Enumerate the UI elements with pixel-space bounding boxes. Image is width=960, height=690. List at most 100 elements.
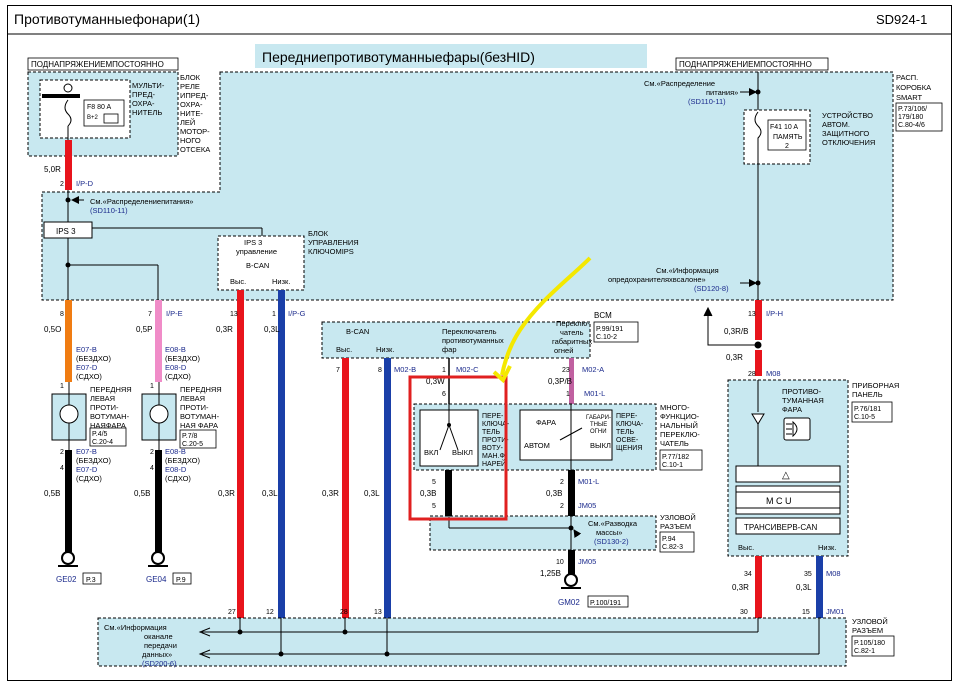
svg-text:ТУМАННАЯ: ТУМАННАЯ — [782, 396, 824, 405]
svg-text:B-CAN: B-CAN — [346, 327, 369, 336]
svg-text:1,25B: 1,25B — [540, 569, 561, 578]
svg-text:GE02: GE02 — [56, 575, 77, 584]
diagram-code: SD924-1 — [876, 12, 927, 27]
svg-text:РАЗЪЕМ: РАЗЪЕМ — [852, 626, 883, 635]
svg-text:E07-D: E07-D — [76, 363, 98, 372]
svg-text:I/P-D: I/P-D — [76, 179, 94, 188]
svg-text:0,5P: 0,5P — [136, 325, 152, 334]
junction1-name: УЗЛОВОЙ РАЗЪЕМ — [660, 513, 696, 531]
svg-text:13: 13 — [374, 609, 382, 616]
svg-text:1: 1 — [150, 383, 154, 390]
svg-text:0,5B: 0,5B — [44, 489, 60, 498]
svg-text:ЧАТЕЛЬ: ЧАТЕЛЬ — [660, 439, 689, 448]
svg-text:E08-B: E08-B — [165, 447, 186, 456]
svg-text:(SD120-8): (SD120-8) — [694, 284, 729, 293]
svg-text:ПРОТИВО-: ПРОТИВО- — [782, 387, 822, 396]
svg-text:ВЫКЛ: ВЫКЛ — [590, 441, 611, 450]
svg-text:(БЕЗДХО): (БЕЗДХО) — [76, 354, 111, 363]
svg-text:P.73/106/: P.73/106/ — [898, 106, 927, 113]
svg-text:P.9: P.9 — [176, 577, 186, 584]
right-lamp-conn-bot: E08-B (БЕЗДХО) E08-D (СДХО) — [165, 447, 200, 483]
svg-text:РАСП.: РАСП. — [896, 73, 918, 82]
smart-box-label: РАСП. КОРОБКА SMART — [896, 73, 931, 102]
svg-text:E07-B: E07-B — [76, 345, 97, 354]
svg-text:ПЕРЕДНЯЯ: ПЕРЕДНЯЯ — [90, 385, 132, 394]
svg-text:управление: управление — [236, 247, 277, 256]
svg-text:0,3B: 0,3B — [420, 489, 436, 498]
svg-text:См.«Информация: См.«Информация — [656, 266, 719, 275]
svg-text:0,3L: 0,3L — [796, 583, 812, 592]
svg-text:4: 4 — [60, 465, 64, 472]
svg-text:8: 8 — [378, 367, 382, 374]
svg-text:0,3L: 0,3L — [364, 489, 380, 498]
svg-text:4: 4 — [150, 465, 154, 472]
svg-text:ЩЕНИЯ: ЩЕНИЯ — [616, 445, 642, 452]
svg-text:P.100/191: P.100/191 — [590, 600, 621, 607]
svg-text:ВОТУМАН-: ВОТУМАН- — [180, 412, 220, 421]
svg-text:габаритных: габаритных — [552, 337, 592, 346]
svg-text:БЛОК: БЛОК — [180, 73, 201, 82]
svg-text:Переключатель: Переключатель — [442, 327, 497, 336]
svg-text:ЛЕЙ: ЛЕЙ — [180, 118, 195, 127]
svg-text:(БЕЗДХО): (БЕЗДХО) — [165, 456, 200, 465]
multifunction-label: МНОГО- ФУНКЦИО- НАЛЬНЫЙ ПЕРЕКЛЮ- ЧАТЕЛЬ — [660, 403, 700, 448]
svg-text:НОГО: НОГО — [180, 136, 201, 145]
svg-text:IPS 3: IPS 3 — [56, 227, 76, 236]
right-lamp-conn-top: E08-B (БЕЗДХО) E08-D (СДХО) — [165, 345, 200, 381]
svg-text:7: 7 — [148, 311, 152, 318]
svg-text:(СДХО): (СДХО) — [165, 372, 191, 381]
svg-text:13: 13 — [748, 311, 756, 318]
svg-text:ФАРА: ФАРА — [782, 405, 802, 414]
right-ground-icon — [148, 551, 168, 567]
svg-text:См.«Распределениепитания»: См.«Распределениепитания» — [90, 197, 193, 206]
svg-text:1: 1 — [60, 383, 64, 390]
left-lamp-bulb-icon — [59, 404, 79, 424]
svg-text:I/P-G: I/P-G — [288, 309, 306, 318]
svg-text:C.10-5: C.10-5 — [854, 414, 875, 421]
right-lamp-name: ПЕРЕДНЯЯ ЛЕВАЯ ПРОТИ- ВОТУМАН- НАЯ ФАРА — [180, 385, 222, 430]
svg-text:M C U: M C U — [766, 496, 792, 506]
svg-text:P.76/181: P.76/181 — [854, 406, 881, 413]
svg-text:КЛЮЧА-: КЛЮЧА- — [616, 421, 644, 428]
svg-text:I/P-H: I/P-H — [766, 309, 783, 318]
svg-text:5: 5 — [432, 503, 436, 510]
svg-text:P.77/182: P.77/182 — [662, 454, 689, 461]
svg-text:ВЫКЛ: ВЫКЛ — [452, 448, 473, 457]
svg-text:УСТРОЙСТВО: УСТРОЙСТВО — [822, 111, 873, 120]
svg-text:2: 2 — [560, 479, 564, 486]
svg-text:АВТОМ.: АВТОМ. — [822, 120, 850, 129]
svg-text:ЛЕВАЯ: ЛЕВАЯ — [180, 394, 205, 403]
svg-text:массы»: массы» — [596, 528, 622, 537]
svg-text:ТНЫЕ: ТНЫЕ — [590, 422, 607, 428]
svg-text:ОТСЕКА: ОТСЕКА — [180, 145, 210, 154]
svg-text:оканале: оканале — [144, 632, 173, 641]
svg-text:0,3L: 0,3L — [264, 325, 280, 334]
svg-text:C.82-3: C.82-3 — [662, 544, 683, 551]
svg-text:питания»: питания» — [706, 88, 738, 97]
svg-text:фар: фар — [442, 345, 457, 354]
svg-text:КЛЮЧОМIPS: КЛЮЧОМIPS — [308, 247, 354, 256]
svg-text:Низк.: Низк. — [818, 543, 836, 552]
svg-text:РЕЛЕ: РЕЛЕ — [180, 82, 200, 91]
svg-text:огней: огней — [554, 346, 573, 355]
svg-text:13: 13 — [230, 311, 238, 318]
relay-fuse-sub: B+2 — [87, 115, 99, 121]
svg-text:ПРОТИ-: ПРОТИ- — [90, 403, 119, 412]
svg-text:(SD110-11): (SD110-11) — [688, 97, 726, 106]
svg-text:НАЯ ФАРА: НАЯ ФАРА — [180, 421, 218, 430]
protect-device-label: УСТРОЙСТВО АВТОМ. ЗАЩИТНОГО ОТКЛЮЧЕНИЯ — [822, 111, 875, 147]
svg-text:ТЕЛЬ: ТЕЛЬ — [482, 429, 501, 436]
svg-text:GE04: GE04 — [146, 575, 167, 584]
svg-text:E08-D: E08-D — [165, 465, 187, 474]
svg-text:F41 10 A: F41 10 A — [770, 124, 798, 131]
svg-text:E08-B: E08-B — [165, 345, 186, 354]
svg-text:ФУНКЦИО-: ФУНКЦИО- — [660, 412, 700, 421]
power-label-left: ПОДНАПРЯЖЕНИЕМПОСТОЯННО — [31, 60, 164, 69]
svg-text:ТЕЛЬ: ТЕЛЬ — [616, 429, 635, 436]
svg-text:M08: M08 — [826, 569, 841, 578]
svg-text:0,3R: 0,3R — [322, 489, 339, 498]
svg-text:2: 2 — [150, 449, 154, 456]
svg-text:Низк.: Низк. — [376, 345, 394, 354]
right-lamp-bulb-icon — [149, 404, 169, 424]
svg-text:НИТЕ-: НИТЕ- — [180, 109, 203, 118]
